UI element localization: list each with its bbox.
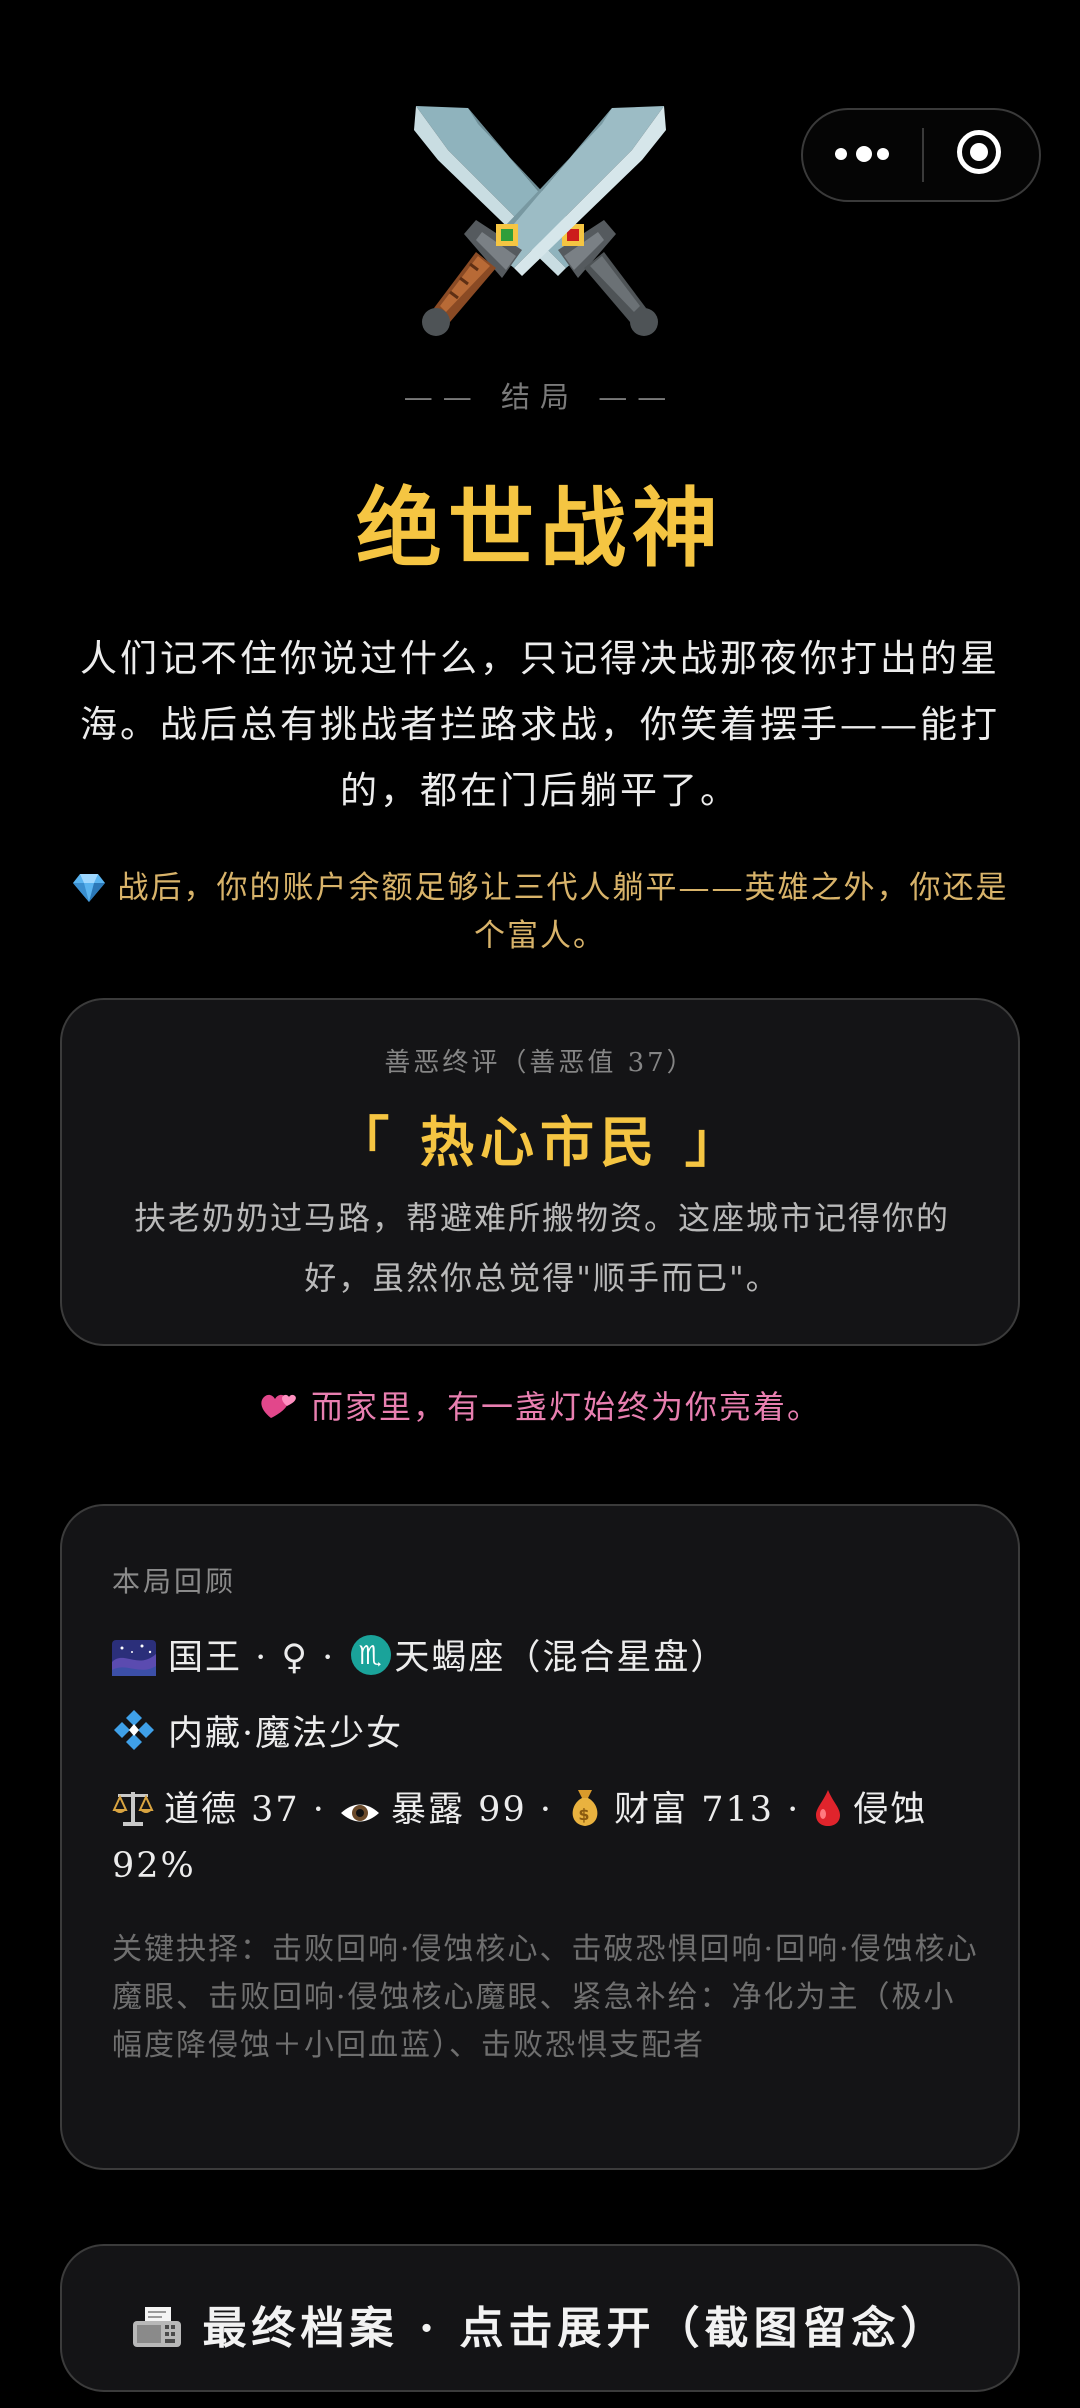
recap-hidden-role-line: 内藏·魔法少女 <box>112 1706 982 1762</box>
karma-description: 扶老奶奶过马路，帮避难所搬物资。这座城市记得你的好，虽然你总觉得"顺手而已"。 <box>133 1199 950 1297</box>
recap-zodiac-text: 天蝎座（混合星盘） <box>394 1638 728 1678</box>
ending-description: 人们记不住你说过什么，只记得决战那夜你打出的星海。战后总有挑战者拦路求战，你笑着… <box>80 637 1000 812</box>
family-note-text: 而家里，有一盏灯始终为你亮着。 <box>310 1388 821 1426</box>
scorpio-icon: ♏ <box>351 1635 392 1675</box>
diamond-dots-icon <box>114 1710 154 1750</box>
morality-stat: 道德 37 · <box>164 1790 340 1830</box>
karma-card: 善恶终评（善恶值 37） 「 热心市民 」 扶老奶奶过马路，帮避难所搬物资。这座… <box>60 998 1020 1346</box>
crossed-swords-icon <box>414 106 666 336</box>
family-note: 而家里，有一盏灯始终为你亮着。 <box>0 1382 1080 1428</box>
recap-label: 本局回顾 <box>112 1565 237 1598</box>
gem-icon <box>72 874 105 902</box>
final-archive-button-content: 最终档案 · 点击展开（截图留念） <box>62 2292 1018 2356</box>
svg-text:$: $ <box>579 1805 592 1824</box>
recap-identity-text: 国王 · ♀ · <box>168 1638 349 1678</box>
target-close-icon[interactable] <box>925 110 1039 200</box>
mini-program-capsule <box>801 108 1041 202</box>
karma-label: 善恶终评（善恶值 37） <box>384 1048 696 1078</box>
two-hearts-icon <box>261 1394 296 1418</box>
wealth-stat: 财富 713 · <box>614 1790 814 1830</box>
recap-identity-line: 国王 · ♀ · ♏ 天蝎座（混合星盘） <box>112 1630 982 1686</box>
scales-icon <box>112 1792 154 1826</box>
capsule-divider <box>922 128 924 182</box>
more-dots-icon[interactable] <box>803 110 921 200</box>
night-sky-icon <box>112 1640 156 1676</box>
ending-label: —— 结局 —— <box>403 380 677 414</box>
ending-title: 绝世战神 <box>356 478 724 579</box>
exposure-stat: 暴露 99 · <box>391 1790 567 1830</box>
key-choices: 关键抉择：击败回响·侵蚀核心、击破恐惧回响·回响·侵蚀核心魔眼、击败回响·侵蚀核… <box>112 1932 979 2063</box>
final-archive-button-label: 最终档案 · 点击展开（截图留念） <box>202 2303 950 2354</box>
final-archive-button[interactable]: 最终档案 · 点击展开（截图留念） <box>60 2244 1020 2392</box>
money-bag-icon: $ <box>572 1790 598 1826</box>
recap-hidden-role-text: 内藏·魔法少女 <box>168 1714 404 1754</box>
eye-icon <box>341 1804 380 1822</box>
wealth-note-text: 战后，你的账户余额足够让三代人躺平——英雄之外，你还是个富人。 <box>117 870 1009 954</box>
recap-card: 本局回顾 国王 · ♀ · ♏ 天蝎座（混合星盘） 内藏·魔法少女 道德 37 … <box>60 1504 1020 2170</box>
wealth-note: 战后，你的账户余额足够让三代人躺平——英雄之外，你还是个富人。 <box>60 864 1020 960</box>
karma-title: 「 热心市民 」 <box>335 1110 745 1174</box>
blood-drop-icon <box>816 1790 841 1826</box>
recap-stats-line: 道德 37 · 暴露 99 · $ 财富 713 · 侵蚀 92% <box>112 1782 982 1894</box>
svg-text:♏: ♏ <box>359 1641 384 1671</box>
fax-icon <box>132 2307 181 2347</box>
